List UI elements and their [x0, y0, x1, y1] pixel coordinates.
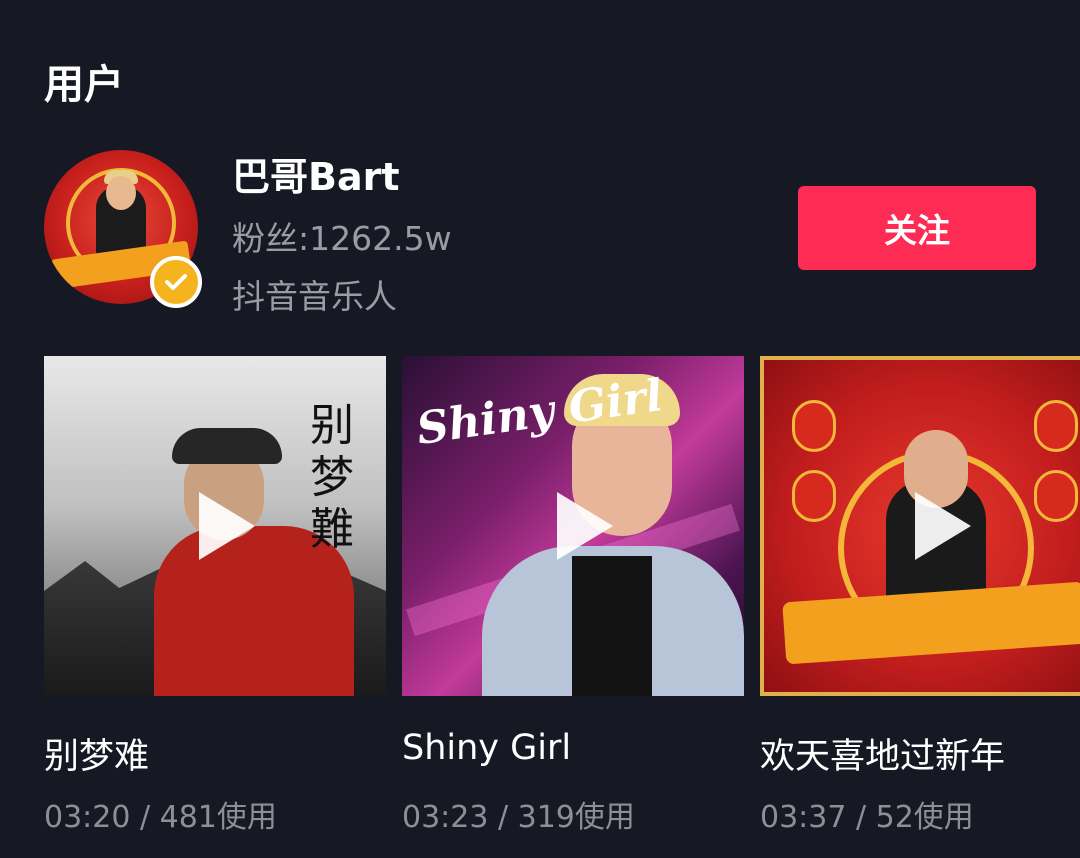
section-title: 用户	[44, 62, 124, 108]
song-title[interactable]: 欢天喜地过新年	[760, 728, 1005, 779]
follow-button[interactable]: 关注	[798, 186, 1036, 270]
cover-calligraphy: 别梦難	[310, 400, 354, 555]
play-icon[interactable]	[915, 492, 971, 560]
song-card-1[interactable]: 别梦難 别梦难 03:20 / 481使用	[44, 356, 386, 835]
user-name[interactable]: 巴哥Bart	[232, 146, 400, 201]
song-meta: 03:20 / 481使用	[44, 800, 277, 835]
song-cover[interactable]: Shiny Girl	[402, 356, 744, 696]
cover-figure-shirt	[572, 556, 652, 696]
lantern-icon	[1034, 470, 1078, 522]
verified-check-icon	[150, 256, 202, 308]
song-cover[interactable]: 别梦難	[44, 356, 386, 696]
song-cover[interactable]	[760, 356, 1080, 696]
song-meta: 03:37 / 52使用	[760, 800, 974, 835]
avatar-face	[106, 176, 136, 210]
follower-count: 粉丝:1262.5w	[232, 219, 452, 258]
play-icon[interactable]	[199, 492, 255, 560]
cover-figure-cap	[172, 428, 282, 464]
song-title[interactable]: 别梦难	[44, 728, 149, 779]
lantern-icon	[792, 400, 836, 452]
lantern-icon	[792, 470, 836, 522]
play-icon[interactable]	[557, 492, 613, 560]
song-meta: 03:23 / 319使用	[402, 800, 635, 835]
song-title[interactable]: Shiny Girl	[402, 728, 571, 768]
song-card-3[interactable]: 欢天喜地过新年 03:37 / 52使用	[760, 356, 1080, 835]
song-card-2[interactable]: Shiny Girl Shiny Girl 03:23 / 319使用	[402, 356, 744, 835]
lantern-icon	[1034, 400, 1078, 452]
cover-banner	[782, 581, 1080, 665]
user-role: 抖音音乐人	[232, 277, 397, 316]
